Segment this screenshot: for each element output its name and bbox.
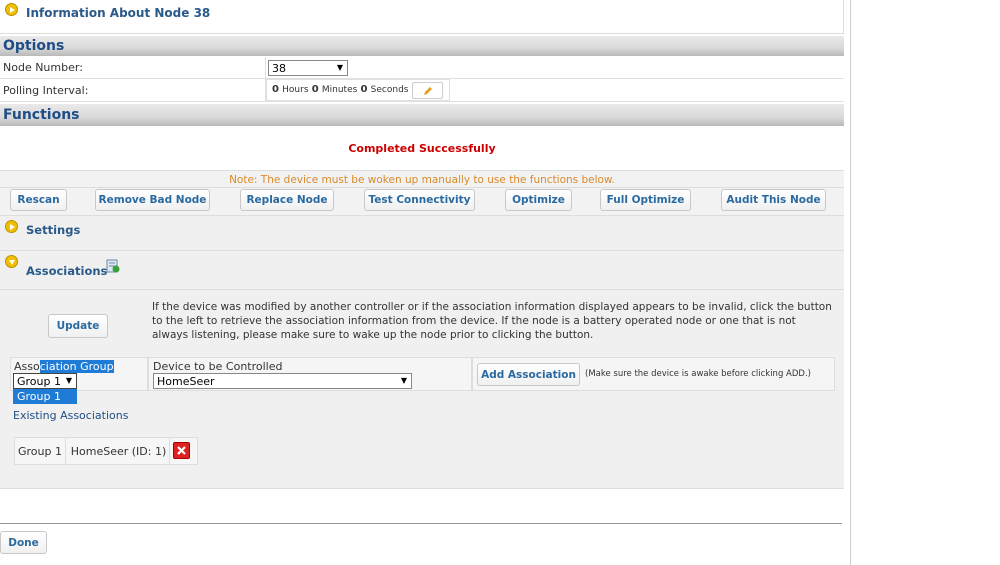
node-number-label: Node Number: <box>3 61 83 74</box>
association-group-select[interactable]: Group 1 ▼ <box>13 373 77 389</box>
test-connectivity-button[interactable]: Test Connectivity <box>364 189 475 211</box>
remove-bad-node-button[interactable]: Remove Bad Node <box>95 189 210 211</box>
page-divider <box>850 0 851 565</box>
node-number-value: 38 <box>272 61 286 75</box>
edit-polling-button[interactable] <box>412 82 443 99</box>
hours-value: 0 <box>272 84 279 95</box>
associations-title: Associations <box>26 264 108 278</box>
options-heading: Options <box>0 36 844 56</box>
existing-associations-label: Existing Associations <box>13 409 129 422</box>
pencil-icon <box>423 86 432 95</box>
rescan-button[interactable]: Rescan <box>10 189 67 211</box>
existing-group: Group 1 <box>15 438 66 464</box>
node-info-header[interactable]: Information About Node 38 <box>0 0 844 34</box>
add-association-hint: (Make sure the device is awake before cl… <box>585 369 811 379</box>
settings-header[interactable]: Settings <box>0 215 844 251</box>
col-divider <box>265 57 266 78</box>
chevron-down-icon: ▼ <box>65 376 72 385</box>
functions-heading: Functions <box>0 104 844 126</box>
seconds-value: 0 <box>360 84 368 95</box>
collapse-icon <box>5 255 18 268</box>
chevron-down-icon: ▼ <box>400 376 407 385</box>
done-button[interactable]: Done <box>0 531 47 554</box>
minutes-unit: Minutes <box>321 85 358 95</box>
chevron-down-icon: ▼ <box>336 63 343 72</box>
close-icon <box>177 446 186 455</box>
seconds-unit: Seconds <box>370 85 409 95</box>
add-association-button[interactable]: Add Association <box>477 363 580 386</box>
existing-device: HomeSeer (ID: 1) <box>68 438 170 464</box>
associations-section: Associations Update If the device was mo… <box>0 251 844 489</box>
footer-divider <box>0 523 842 524</box>
device-select-value: HomeSeer <box>157 374 215 388</box>
polling-values: 0 Hours 0 Minutes 0 Seconds <box>272 84 408 95</box>
device-label: Device to be Controlled <box>153 360 283 373</box>
minutes-value: 0 <box>311 84 319 95</box>
expand-icon <box>5 220 18 233</box>
assoc-divider <box>0 289 844 290</box>
settings-title: Settings <box>26 223 81 237</box>
update-button[interactable]: Update <box>48 314 108 338</box>
hours-unit: Hours <box>282 85 309 95</box>
status-message: Completed Successfully <box>348 142 496 155</box>
full-optimize-button[interactable]: Full Optimize <box>600 189 691 211</box>
device-select[interactable]: HomeSeer ▼ <box>153 373 412 389</box>
expand-icon <box>5 3 18 16</box>
optimize-button[interactable]: Optimize <box>505 189 572 211</box>
wake-note: Note: The device must be woken up manual… <box>229 174 615 186</box>
functions-status-area: Completed Successfully <box>0 126 844 170</box>
association-group-label: Association Group <box>14 360 114 373</box>
group-dropdown-option[interactable]: Group 1 <box>13 389 77 404</box>
group-label-selected: ciation Group <box>39 360 114 373</box>
toolbar-divider <box>0 187 844 188</box>
document-icon <box>106 259 120 273</box>
node-number-row: Node Number: 38 ▼ <box>0 57 844 79</box>
replace-node-button[interactable]: Replace Node <box>240 189 334 211</box>
polling-label: Polling Interval: <box>3 84 89 97</box>
audit-node-button[interactable]: Audit This Node <box>721 189 826 211</box>
delete-association-button[interactable] <box>173 442 190 459</box>
association-description: If the device was modified by another co… <box>152 301 832 341</box>
group-select-value: Group 1 <box>17 374 61 388</box>
node-number-select[interactable]: 38 ▼ <box>268 60 348 76</box>
polling-row: Polling Interval: 0 Hours 0 Minutes 0 Se… <box>0 79 844 102</box>
associations-info-icon[interactable] <box>106 259 120 273</box>
existing-association-row: Group 1 HomeSeer (ID: 1) <box>14 437 198 465</box>
node-info-title: Information About Node 38 <box>26 6 211 20</box>
group-label-part: Asso <box>14 360 40 373</box>
